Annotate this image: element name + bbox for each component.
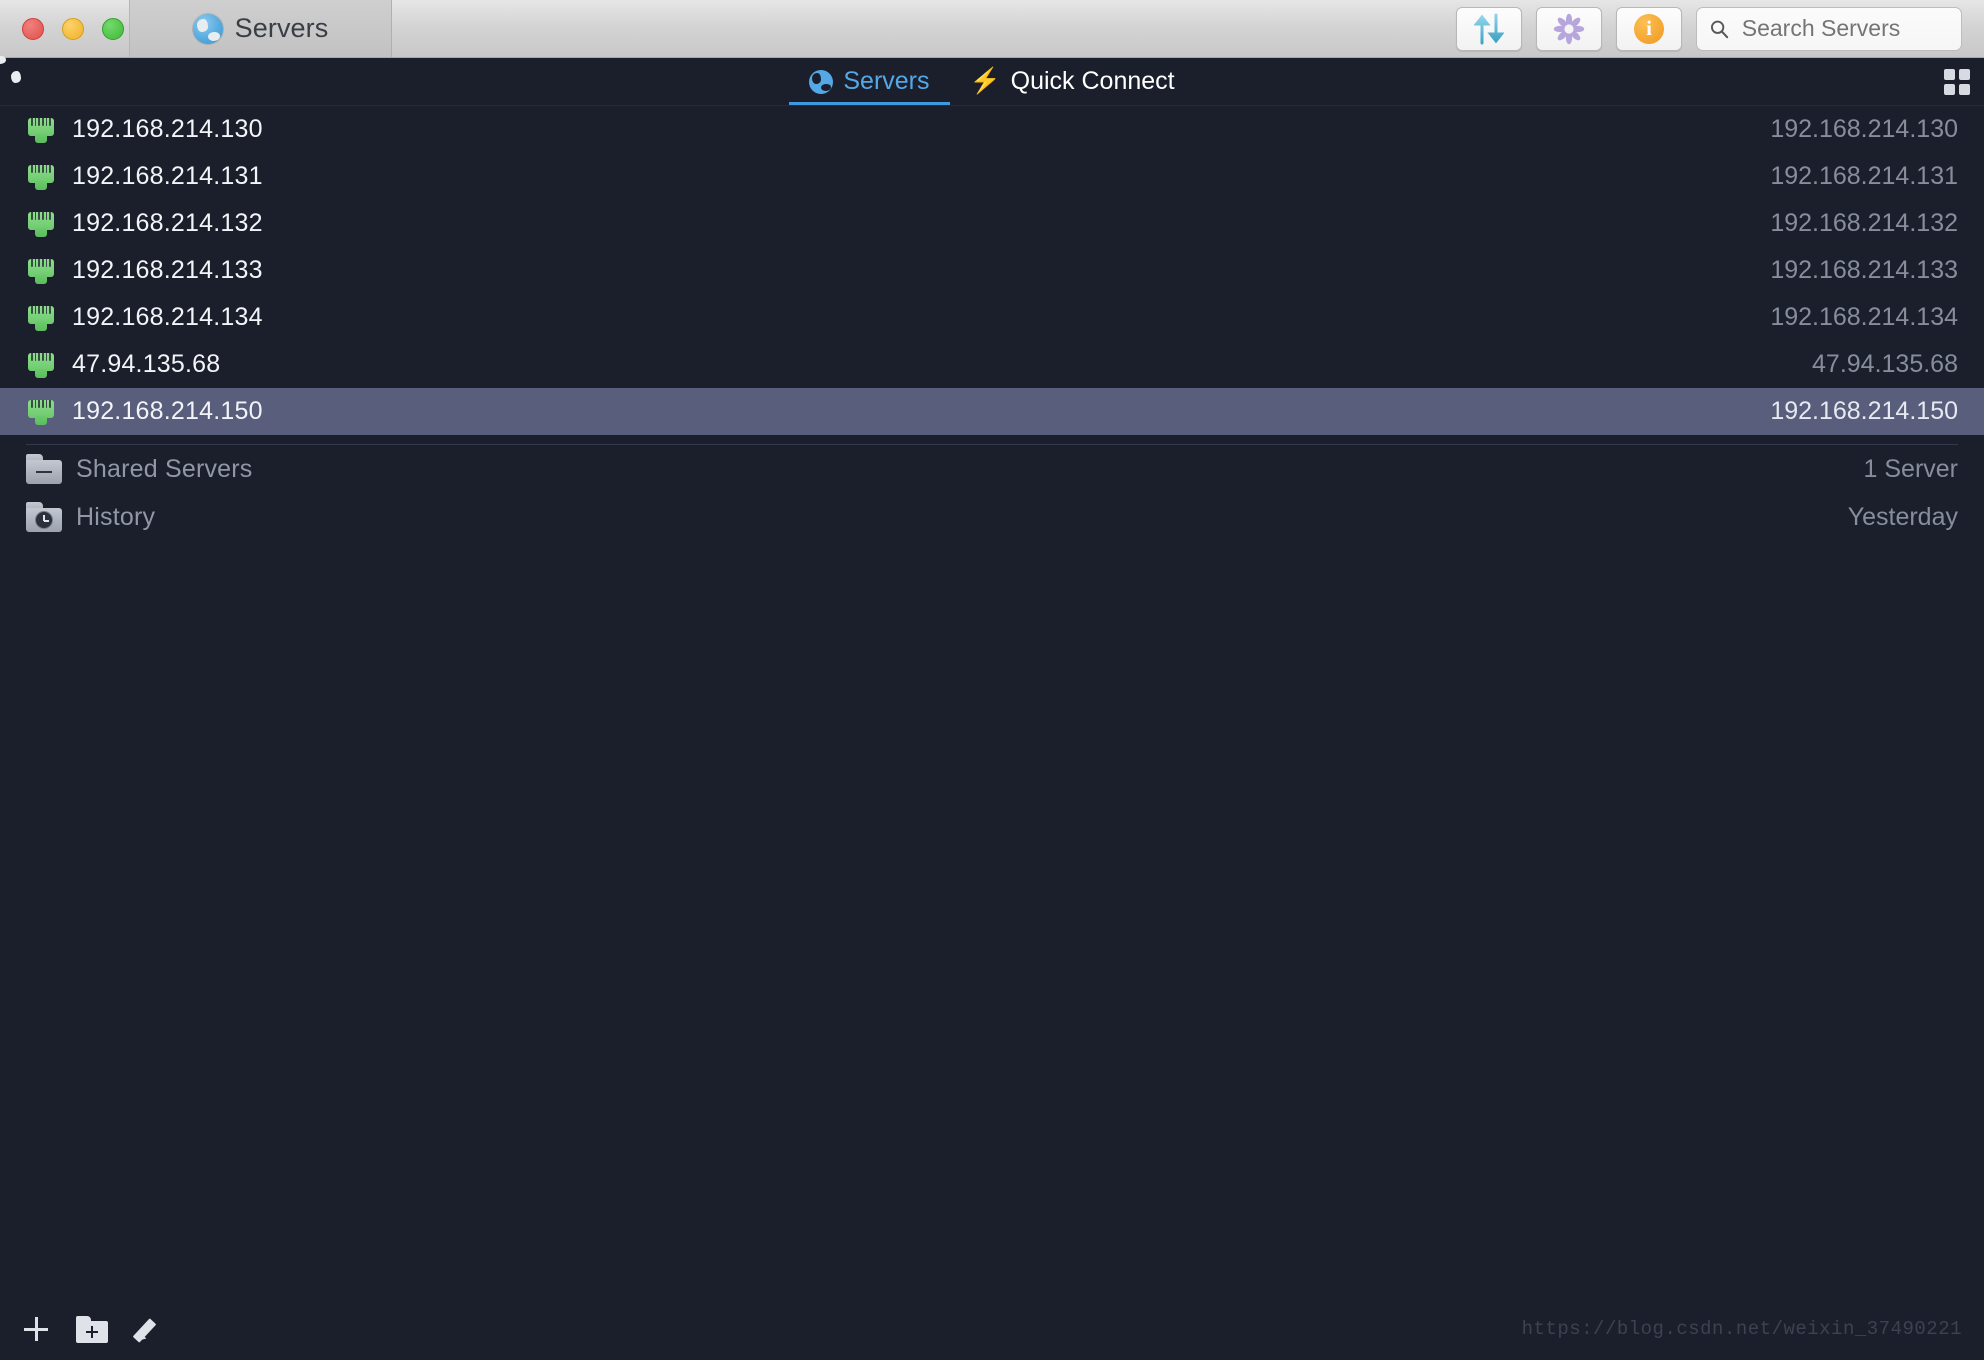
watermark-text: https://blog.csdn.net/weixin_37490221: [1521, 1318, 1962, 1340]
server-name: 192.168.214.150: [72, 397, 263, 425]
table-row[interactable]: 192.168.214.130 192.168.214.130: [0, 106, 1984, 153]
server-address: 192.168.214.130: [1770, 115, 1958, 143]
server-name: 192.168.214.132: [72, 209, 263, 237]
table-row[interactable]: 192.168.214.133 192.168.214.133: [0, 247, 1984, 294]
new-folder-icon: [76, 1315, 108, 1343]
zoom-window-button[interactable]: [102, 17, 124, 40]
search-icon: [1710, 20, 1729, 38]
info-button[interactable]: i: [1616, 6, 1682, 51]
search-servers-box[interactable]: [1696, 6, 1962, 51]
people-glyph: [36, 466, 52, 480]
minimize-window-button[interactable]: [62, 17, 84, 40]
server-name: 47.94.135.68: [72, 350, 221, 378]
transfers-button[interactable]: [1456, 6, 1522, 51]
globe-icon: [809, 69, 834, 94]
server-address: 192.168.214.132: [1770, 209, 1958, 237]
server-name: 192.168.214.131: [72, 162, 263, 190]
shared-folder-icon: [26, 454, 62, 484]
grid-view-icon[interactable]: [1944, 68, 1970, 95]
server-list: 192.168.214.130 192.168.214.130 192.168.…: [0, 106, 1984, 541]
tab-quick-connect-label: Quick Connect: [1010, 67, 1175, 95]
list-item-history[interactable]: History Yesterday: [0, 493, 1984, 541]
folder-name: History: [76, 502, 156, 531]
server-name: 192.168.214.130: [72, 115, 263, 143]
grid-cell: [1959, 83, 1970, 95]
window-tab-servers[interactable]: Servers: [130, 0, 392, 57]
table-row[interactable]: 192.168.214.131 192.168.214.131: [0, 153, 1984, 200]
ethernet-icon: [26, 163, 56, 191]
search-input[interactable]: [1741, 15, 1949, 42]
pinwheel-icon: [1553, 13, 1585, 44]
grid-cell: [1959, 68, 1970, 80]
tabbar-globe-button[interactable]: [8, 67, 38, 97]
table-row[interactable]: 192.168.214.134 192.168.214.134: [0, 294, 1984, 341]
toolbar-actions: i: [1456, 0, 1984, 57]
edit-button[interactable]: [132, 1314, 164, 1345]
ethernet-icon: [26, 398, 56, 426]
ethernet-icon: [26, 304, 56, 332]
transfer-icon: [1474, 13, 1504, 44]
table-row-selected[interactable]: 192.168.214.150 192.168.214.150: [0, 388, 1984, 435]
grid-cell: [1944, 68, 1955, 80]
folder-count: 1 Server: [1863, 454, 1958, 483]
folder-name: Shared Servers: [76, 454, 253, 483]
clock-icon: [35, 511, 53, 529]
server-address: 47.94.135.68: [1812, 350, 1958, 378]
globe-icon: [192, 13, 223, 44]
sync-pinwheel-button[interactable]: [1536, 6, 1602, 51]
new-folder-button[interactable]: [76, 1315, 108, 1343]
server-address: 192.168.214.150: [1770, 397, 1958, 425]
bottom-toolbar: https://blog.csdn.net/weixin_37490221: [0, 1298, 1984, 1360]
plus-icon: [22, 1315, 50, 1343]
server-name: 192.168.214.133: [72, 256, 263, 284]
folder-timestamp: Yesterday: [1847, 502, 1958, 531]
history-folder-icon: [26, 502, 62, 532]
grid-cell: [1944, 83, 1955, 95]
traffic-light-group: [0, 0, 130, 57]
edit-pencil-icon: [132, 1314, 164, 1345]
ethernet-icon: [26, 351, 56, 379]
table-row[interactable]: 192.168.214.132 192.168.214.132: [0, 200, 1984, 247]
server-address: 192.168.214.134: [1770, 303, 1958, 331]
tab-servers[interactable]: Servers: [789, 58, 950, 105]
tab-servers-label: Servers: [843, 67, 930, 95]
ethernet-icon: [26, 210, 56, 238]
ethernet-icon: [26, 116, 56, 144]
window-titlebar: Servers i Search Servers: [0, 0, 1984, 58]
list-item-shared-servers[interactable]: Shared Servers 1 Server: [0, 445, 1984, 493]
window-tab-label: Servers: [234, 13, 329, 43]
server-address: 192.168.214.133: [1770, 256, 1958, 284]
table-row[interactable]: 47.94.135.68 47.94.135.68: [0, 341, 1984, 388]
server-address: 192.168.214.131: [1770, 162, 1958, 190]
section-tabbar: Servers ⚡ Quick Connect: [0, 58, 1984, 106]
tab-quick-connect[interactable]: ⚡ Quick Connect: [950, 58, 1195, 105]
tab-list: Servers ⚡ Quick Connect: [789, 58, 1194, 105]
bolt-icon: ⚡: [969, 67, 1001, 95]
server-name: 192.168.214.134: [72, 303, 263, 331]
add-server-button[interactable]: [22, 1315, 50, 1343]
ethernet-icon: [26, 257, 56, 285]
info-icon: i: [1634, 13, 1664, 44]
close-window-button[interactable]: [22, 17, 44, 40]
